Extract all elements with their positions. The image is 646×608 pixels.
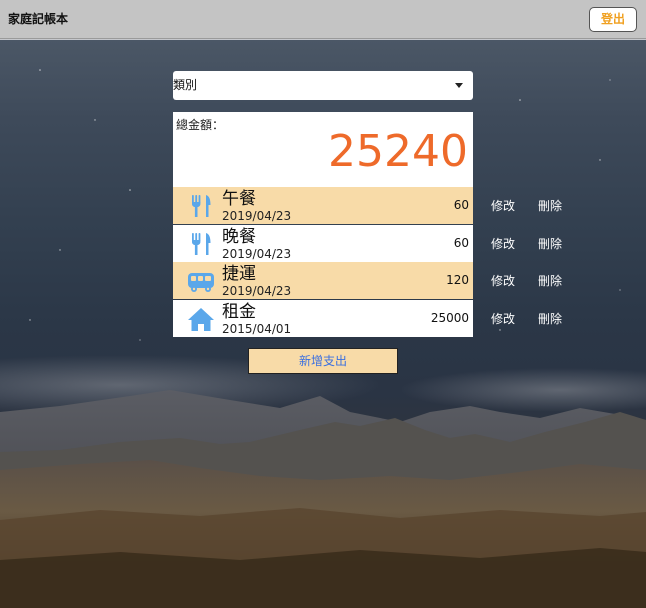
expense-row: 捷運 2019/04/23 120 [173,262,473,299]
expense-title: 租金 [222,302,256,322]
delete-link[interactable]: 刪除 [538,199,562,214]
expense-title: 捷運 [222,264,256,284]
expense-amount: 120 [446,273,469,287]
edit-link[interactable]: 修改 [491,274,515,289]
total-panel: 總金額： 25240 [173,112,473,187]
total-amount: 25240 [328,126,468,177]
caret-down-icon [455,83,463,88]
delete-link[interactable]: 刪除 [538,237,562,252]
top-bar: 家庭記帳本 登出 [0,0,646,39]
expense-date: 2019/04/23 [222,209,292,223]
expense-amount: 60 [453,236,469,250]
expense-date: 2015/04/01 [222,322,292,336]
expense-date: 2019/04/23 [222,247,292,261]
category-select-value: 類別 [173,78,198,92]
expense-amount: 25000 [430,311,469,325]
delete-link[interactable]: 刪除 [538,312,562,327]
edit-link[interactable]: 修改 [491,199,515,214]
expense-row: 租金 2015/04/01 25000 [173,300,473,337]
expense-title: 午餐 [222,189,256,209]
expense-amount: 60 [453,198,469,212]
category-select[interactable]: 類別 [173,71,473,100]
utensils-icon [192,233,211,255]
home-icon [188,308,214,331]
app-title: 家庭記帳本 [8,12,69,26]
edit-link[interactable]: 修改 [491,237,515,252]
expense-row: 晚餐 2019/04/23 60 [173,225,473,262]
add-expense-button[interactable]: 新增支出 [248,348,398,374]
delete-link[interactable]: 刪除 [538,274,562,289]
expense-row: 午餐 2019/04/23 60 [173,187,473,224]
utensils-icon [192,195,211,217]
app-window: 家庭記帳本 登出 類別 總金額： 25240 午餐 2019/04/23 60 … [0,0,646,608]
edit-link[interactable]: 修改 [491,312,515,327]
logout-button[interactable]: 登出 [589,7,637,32]
total-label: 總金額： [176,118,225,132]
expense-date: 2019/04/23 [222,284,292,298]
bus-icon [188,273,214,292]
expense-title: 晚餐 [222,227,256,247]
